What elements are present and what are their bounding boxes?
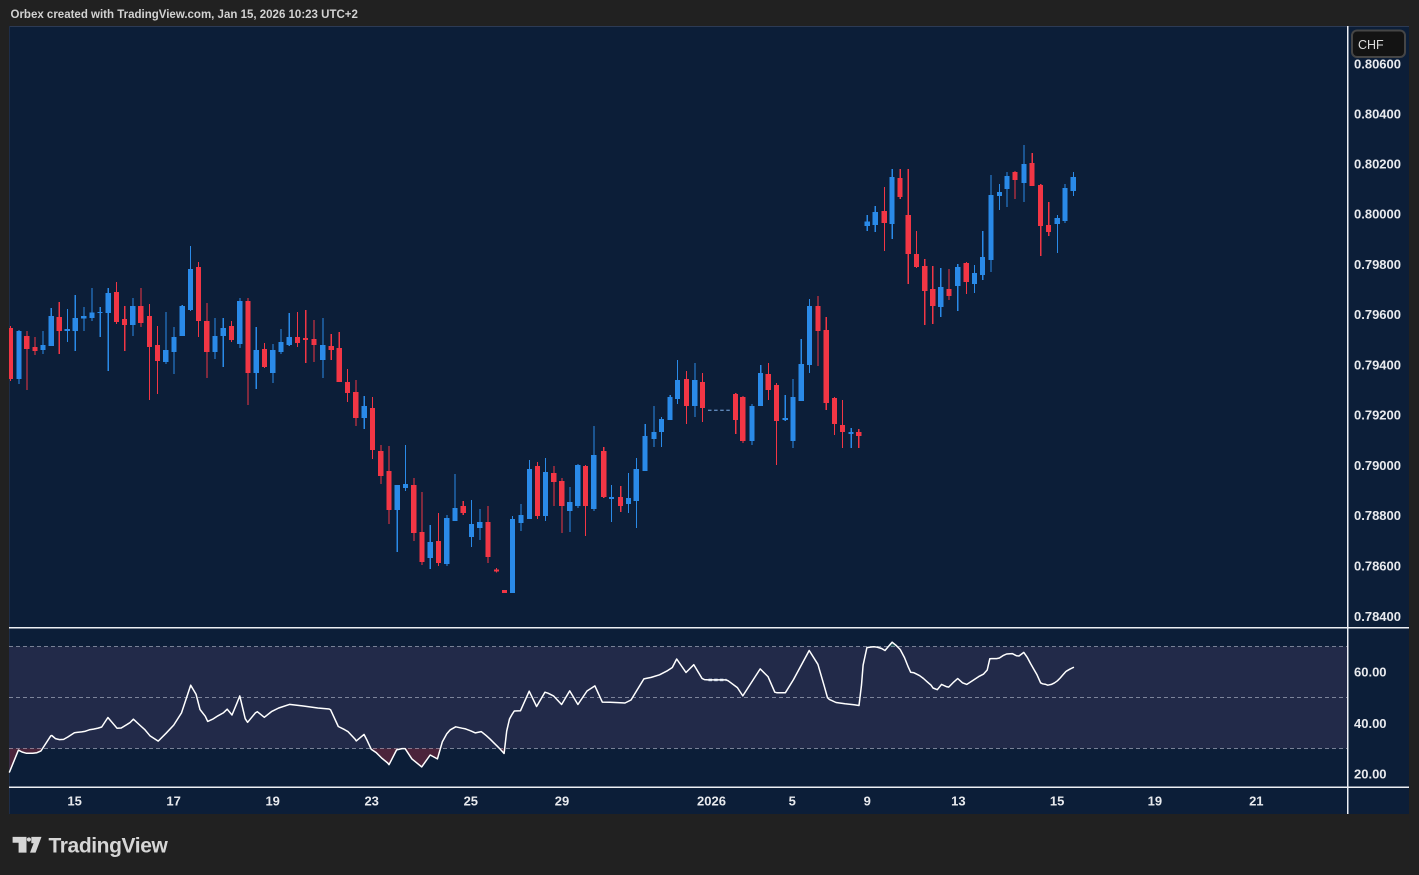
svg-text:15: 15 xyxy=(1050,793,1064,808)
svg-text:Orbex created with TradingView: Orbex created with TradingView.com, Jan … xyxy=(11,9,358,21)
svg-text:0.79000: 0.79000 xyxy=(1354,458,1401,473)
svg-text:0.78400: 0.78400 xyxy=(1354,609,1401,624)
svg-text:19: 19 xyxy=(1148,793,1162,808)
svg-text:17: 17 xyxy=(166,793,180,808)
svg-text:40.00: 40.00 xyxy=(1354,716,1387,731)
svg-text:13: 13 xyxy=(951,793,965,808)
svg-text:9: 9 xyxy=(864,793,871,808)
svg-text:0.80000: 0.80000 xyxy=(1354,207,1401,222)
svg-text:29: 29 xyxy=(555,793,569,808)
svg-text:0.79600: 0.79600 xyxy=(1354,307,1401,322)
svg-text:TradingView: TradingView xyxy=(49,835,169,858)
svg-text:5: 5 xyxy=(789,793,796,808)
svg-text:0.78800: 0.78800 xyxy=(1354,508,1401,523)
svg-text:19: 19 xyxy=(265,793,279,808)
svg-text:0.79800: 0.79800 xyxy=(1354,257,1401,272)
svg-text:23: 23 xyxy=(364,793,378,808)
svg-text:0.79400: 0.79400 xyxy=(1354,357,1401,372)
svg-text:2026: 2026 xyxy=(697,793,726,808)
svg-text:CHF: CHF xyxy=(1358,38,1384,52)
svg-text:0.80200: 0.80200 xyxy=(1354,156,1401,171)
svg-text:0.78600: 0.78600 xyxy=(1354,559,1401,574)
svg-text:20.00: 20.00 xyxy=(1354,766,1387,781)
svg-text:0.80600: 0.80600 xyxy=(1354,57,1401,72)
svg-text:0.79200: 0.79200 xyxy=(1354,408,1401,423)
svg-text:21: 21 xyxy=(1249,793,1263,808)
svg-text:15: 15 xyxy=(67,793,81,808)
svg-text:0.80400: 0.80400 xyxy=(1354,106,1401,121)
svg-text:25: 25 xyxy=(464,793,478,808)
svg-text:60.00: 60.00 xyxy=(1354,665,1387,680)
